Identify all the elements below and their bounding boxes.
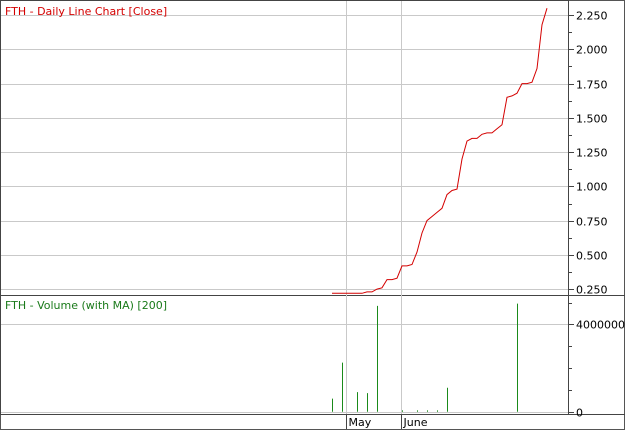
month-label: May [349,416,372,429]
price-tick-label: 0.750 [576,216,608,229]
price-tick-label: 1.750 [576,79,608,92]
price-tick-label: 1.000 [576,181,608,194]
price-tick-label: 2.250 [576,10,608,23]
price-tick-label: 1.500 [576,113,608,126]
price-tick-label: 0.250 [576,284,608,297]
chart-canvas: 0.250 0.500 0.750 1.000 1.250 1.500 1.750 2.000… [0,0,625,430]
volume-chart-title: FTH - Volume (with MA) [200] [5,299,167,312]
price-tick-label: 2.000 [576,44,608,57]
price-tick-label: 1.250 [576,147,608,160]
price-tick-label: 0.500 [576,250,608,263]
month-label: June [403,416,428,429]
price-chart-title: FTH - Daily Line Chart [Close] [5,5,167,18]
volume-tick-label: 0 [576,407,583,420]
chart-window: 0.250 0.500 0.750 1.000 1.250 1.500 1.750 2.000… [0,0,625,430]
volume-tick-label: 4000000 [576,319,625,332]
